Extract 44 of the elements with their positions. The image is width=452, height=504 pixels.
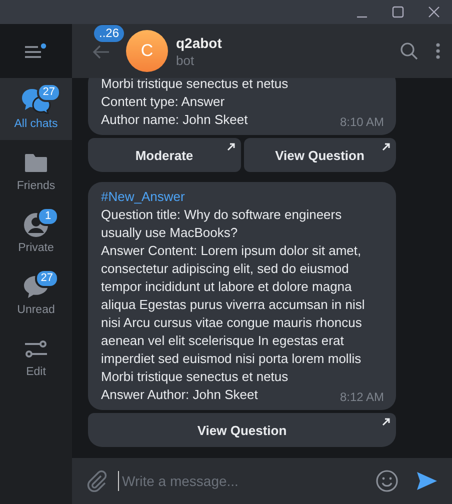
more-icon[interactable] <box>436 43 440 59</box>
folder-label: All chats <box>14 118 58 130</box>
sliders-icon <box>24 339 48 359</box>
folder-label: Edit <box>26 366 46 378</box>
inline-button[interactable]: Moderate <box>88 138 240 172</box>
folder-tab[interactable]: 27 All chats <box>0 78 72 140</box>
unread-badge: ..26 <box>94 25 124 42</box>
inline-button[interactable]: View Question <box>88 413 396 447</box>
menu-icon[interactable] <box>25 43 47 59</box>
send-icon[interactable] <box>416 471 438 491</box>
folder-icon <box>24 153 48 173</box>
smiley-icon[interactable] <box>376 470 398 492</box>
folder-label: Friends <box>16 180 56 192</box>
maximize-icon[interactable] <box>392 6 404 18</box>
message-text: Question title: Why do software engineers usually use MacBooks? <box>101 206 343 242</box>
folder-tab[interactable]: Friends <box>0 140 72 202</box>
message-field[interactable]: Write a message... <box>118 471 366 491</box>
chat-status: bot <box>176 52 196 68</box>
folder-tab[interactable]: Edit <box>0 326 72 388</box>
search-icon[interactable] <box>400 42 418 60</box>
arrow-icon <box>382 143 390 151</box>
unread-badge: 27 <box>34 269 59 288</box>
arrow-icon <box>226 143 234 151</box>
paperclip-icon[interactable] <box>86 470 108 492</box>
composer-bar[interactable]: Write a message... <box>72 458 452 504</box>
message-text: Answer Content: Lorem ipsum dolor sit amet, consectetur adipiscing elit, sed do eiusmod tempor incididunt ut labore et dolore magna aliqua Egestas purus viverra accumsan in nisl nisi Arcu cursus vitae congue mauris rhoncus aenean vel elit scelerisque In egestas erat imperdiet sed euismod nisi porta lorem mollis Morbi tristique senectus et netus <box>101 242 366 386</box>
message-time: 8:12 AM <box>340 389 384 406</box>
message-text: Morbi tristique senectus et netus <box>101 78 288 93</box>
inline-button[interactable]: View Question <box>244 138 396 172</box>
close-icon[interactable] <box>428 6 440 18</box>
folder-label: Unread <box>17 304 55 316</box>
hashtag-link[interactable]: #New_Answer <box>101 188 383 206</box>
message-text: Author name: John Skeet <box>101 111 248 129</box>
folder-tab[interactable]: 1 Private <box>0 202 72 264</box>
avatar: C <box>126 30 168 72</box>
folder-tab[interactable]: 27 Unread <box>0 264 72 326</box>
arrow-icon <box>382 418 390 426</box>
unread-badge: 1 <box>37 207 59 226</box>
message-text: Answer Author: John Skeet <box>101 386 258 404</box>
chat-name: q2abot <box>176 34 223 50</box>
message-time: 8:10 AM <box>340 114 384 131</box>
folder-label: Private <box>18 242 54 254</box>
message-text: Content type: Answer <box>101 93 225 111</box>
unread-badge: 27 <box>36 83 61 102</box>
